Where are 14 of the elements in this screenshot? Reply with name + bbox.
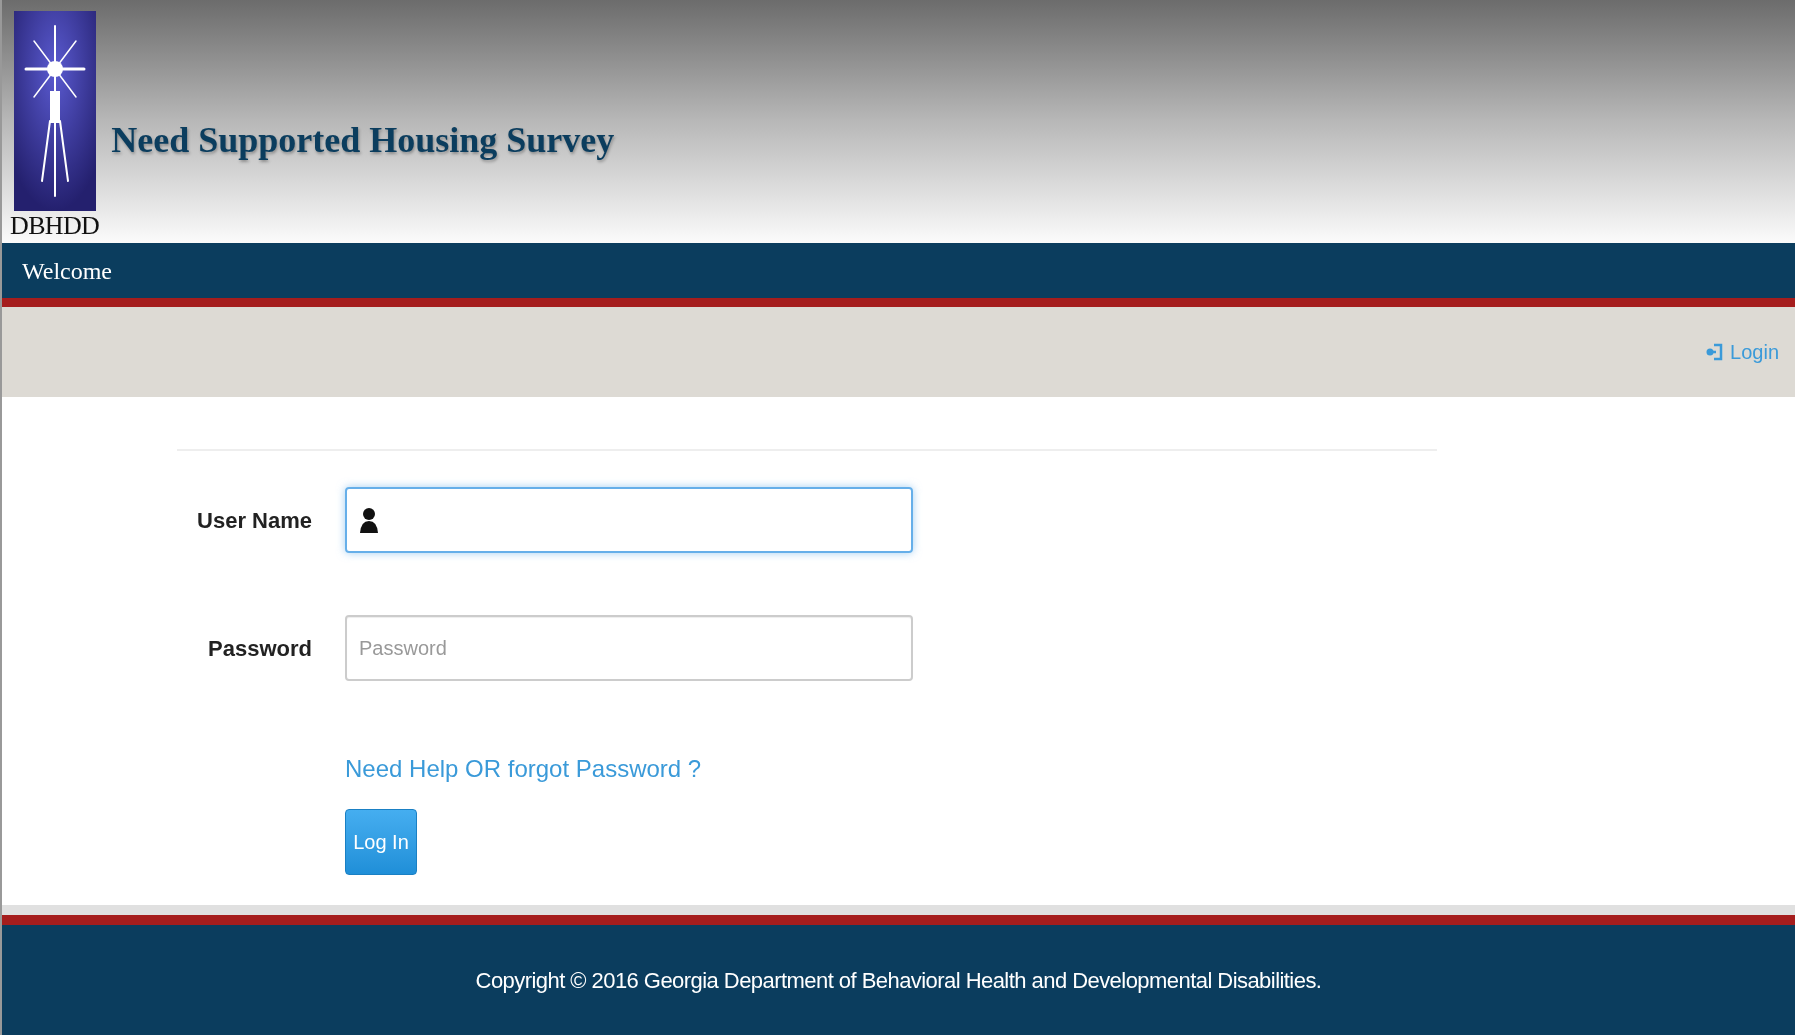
password-field[interactable]: Password [345, 615, 913, 681]
nav-tab[interactable]: Welcome [22, 252, 113, 289]
username-field[interactable] [345, 487, 913, 553]
copyright-text: Copyright © 2016 Georgia Department of Behavioral Health and Developmental Disabilities. [475, 966, 1322, 995]
field-label: User Name [196, 506, 312, 535]
login-link[interactable]: Login [1706, 337, 1779, 367]
field-label: Password [207, 634, 312, 663]
site-title: Need Supported Housing Survey [111, 119, 615, 162]
logo-text: DBHDD [10, 211, 100, 241]
sign-in-icon [1706, 342, 1725, 362]
logo-icon [13, 11, 96, 211]
help-link[interactable]: Need Help OR forgot Password ? [345, 751, 702, 787]
login-button[interactable]: Log In [345, 809, 417, 875]
user-icon [359, 507, 379, 533]
